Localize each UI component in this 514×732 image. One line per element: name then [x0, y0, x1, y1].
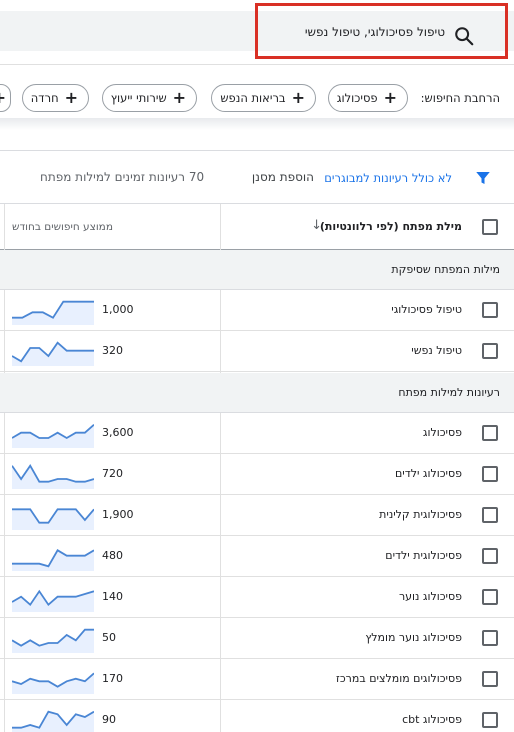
section-provided-keywords: מילות המפתח שסיפקת: [0, 250, 514, 290]
keyword-text: פסיכולוג נוער מומלץ: [365, 631, 462, 644]
trend-sparkline: [12, 341, 94, 366]
trend-sparkline: [12, 589, 94, 612]
section-label: רעיונות למילות מפתח: [398, 386, 500, 399]
table-row: פסיכולוג נוער מומלץ 50: [0, 618, 514, 659]
divider-shadow: [0, 118, 514, 130]
avg-searches-value: 140: [102, 590, 123, 603]
avg-searches-value: 3,600: [102, 426, 134, 439]
chip-anxiety[interactable]: + חרדה: [21, 84, 89, 112]
column-divider: [220, 204, 221, 250]
chip-label: שירותי ייעוץ: [110, 91, 167, 105]
column-divider: [220, 290, 221, 373]
trend-sparkline: [12, 464, 94, 489]
plus-icon: +: [172, 88, 186, 107]
sparkline-area: [12, 711, 94, 732]
add-filter-button[interactable]: הוספת מסנן: [252, 170, 314, 184]
sparkline-area: [12, 509, 94, 530]
keyword-text: פסיכולוגים מומלצים במרכז: [336, 672, 462, 685]
row-checkbox[interactable]: [482, 302, 498, 318]
trend-sparkline: [12, 300, 94, 325]
avg-searches-value: 320: [102, 344, 123, 357]
plus-icon: +: [64, 88, 78, 107]
avg-searches-value: 1,900: [102, 508, 134, 521]
table-row: טיפול פסיכולוגי 1,000: [0, 290, 514, 331]
keyword-text: פסיכולוג cbt: [402, 713, 462, 726]
select-all-checkbox[interactable]: [482, 219, 498, 235]
chip-mental-health[interactable]: + בריאות הנפש: [211, 84, 316, 112]
keyword-text: טיפול נפשי: [411, 344, 462, 357]
trend-sparkline: [12, 508, 94, 530]
chip-psychologist[interactable]: + פסיכולוג: [327, 84, 408, 112]
table-row: פסיכולוג 3,600: [0, 413, 514, 454]
search-icon[interactable]: [453, 25, 475, 47]
trend-sparkline: [12, 549, 94, 571]
column-divider: [4, 204, 5, 250]
keyword-text: פסיכולוג נוער: [398, 590, 462, 603]
sparkline-area: [12, 342, 94, 366]
avg-searches-value: 170: [102, 672, 123, 685]
filter-row: לא כולל רעיונות למבוגרים הוספת מסנן 70 ר…: [0, 150, 514, 204]
chip-label: בריאות הנפש: [220, 91, 286, 105]
section-keyword-ideas: רעיונות למילות מפתח: [0, 373, 514, 413]
row-checkbox[interactable]: [482, 466, 498, 482]
filter-icon[interactable]: [474, 169, 492, 187]
table-row: פסיכולוגית ילדים 480: [0, 536, 514, 577]
table-row: פסיכולוג נוער 140: [0, 577, 514, 618]
row-checkbox[interactable]: [482, 712, 498, 728]
table-row: פסיכולוג cbt 90: [0, 700, 514, 732]
keyword-text: פסיכולוגית ילדים: [385, 549, 462, 562]
column-header-keyword[interactable]: מילת מפתח (לפי רלוונטיות): [320, 220, 462, 233]
chip-label: פסיכולוג: [336, 91, 378, 105]
table-row: פסיכולוגים מומלצים במרכז 170: [0, 659, 514, 700]
table-row: פסיכולוג ילדים 720: [0, 454, 514, 495]
table-row: טיפול נפשי 320: [0, 331, 514, 372]
trend-sparkline: [12, 424, 94, 448]
trend-sparkline: [12, 710, 94, 732]
chip-more[interactable]: +: [0, 84, 11, 112]
chip-counseling-services[interactable]: + שירותי ייעוץ: [101, 84, 197, 112]
plus-icon: +: [0, 90, 6, 106]
row-checkbox[interactable]: [482, 425, 498, 441]
column-divider: [4, 290, 5, 373]
avg-searches-value: 90: [102, 713, 116, 726]
column-divider: [220, 413, 221, 732]
plus-icon: +: [291, 88, 305, 107]
avg-searches-value: 480: [102, 549, 123, 562]
expand-search-label: הרחבת החיפוש:: [420, 91, 500, 105]
keyword-text: טיפול פסיכולוגי: [391, 303, 462, 316]
trend-sparkline: [12, 672, 94, 694]
row-checkbox[interactable]: [482, 507, 498, 523]
sparkline-area: [12, 465, 94, 489]
row-checkbox[interactable]: [482, 548, 498, 564]
sparkline-area: [12, 550, 94, 571]
chip-label: חרדה: [30, 91, 59, 105]
search-input[interactable]: טיפול פסיכולוגי, טיפול נפשי: [305, 25, 445, 39]
search-box-highlight[interactable]: טיפול פסיכולוגי, טיפול נפשי: [255, 3, 508, 59]
row-checkbox[interactable]: [482, 630, 498, 646]
sparkline-area: [12, 301, 94, 325]
plus-icon: +: [383, 88, 397, 107]
sort-arrow-icon[interactable]: ↓: [311, 218, 322, 233]
row-checkbox[interactable]: [482, 671, 498, 687]
row-checkbox[interactable]: [482, 343, 498, 359]
avg-searches-value: 50: [102, 631, 116, 644]
exclude-adult-ideas-filter[interactable]: לא כולל רעיונות למבוגרים: [324, 171, 452, 185]
table-header: מילת מפתח (לפי רלוונטיות) ↓ ממוצע חיפושי…: [0, 204, 514, 250]
ideas-count: 70 רעיונות זמינים למילות מפתח: [40, 170, 205, 184]
row-checkbox[interactable]: [482, 589, 498, 605]
trend-sparkline: [12, 628, 94, 653]
top-search-bar: טיפול פסיכולוגי, טיפול נפשי: [0, 0, 514, 64]
avg-searches-value: 720: [102, 467, 123, 480]
column-divider: [4, 413, 5, 732]
table-row: פסיכולוגית קלינית 1,900: [0, 495, 514, 536]
keyword-text: פסיכולוג ילדים: [394, 467, 462, 480]
avg-searches-value: 1,000: [102, 303, 134, 316]
keyword-text: פסיכולוג: [422, 426, 462, 439]
column-header-avg-searches[interactable]: ממוצע חיפושים בחודש: [12, 221, 113, 233]
section-label: מילות המפתח שסיפקת: [391, 263, 500, 276]
keyword-text: פסיכולוגית קלינית: [379, 508, 462, 521]
